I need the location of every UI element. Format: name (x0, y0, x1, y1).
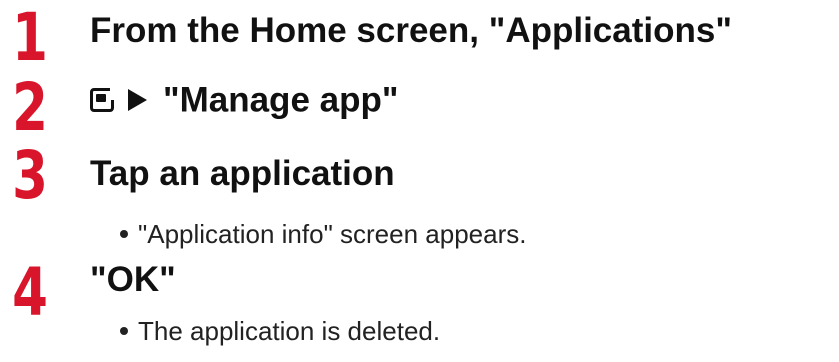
bullet-icon (120, 327, 128, 336)
step-note: The application is deleted. (120, 318, 440, 344)
step-note-text: The application is deleted. (138, 316, 441, 346)
step-text-row: "Manage app" (90, 80, 398, 117)
step-note-text: "Application info" screen appears. (138, 219, 527, 249)
step-text: From the Home screen, "Applications" (90, 11, 732, 50)
step-number: 3 (12, 137, 48, 214)
step-text: Tap an application (90, 154, 395, 193)
menu-icon (90, 86, 115, 112)
arrow-right-icon (128, 88, 147, 111)
step-number: 4 (12, 254, 48, 331)
step-text: "OK" (90, 260, 176, 299)
step-text: "Manage app" (163, 80, 399, 120)
step-note: "Application info" screen appears. (120, 221, 526, 247)
step-number: 2 (12, 69, 48, 146)
step-number: 1 (12, 0, 48, 76)
bullet-icon (120, 230, 128, 239)
